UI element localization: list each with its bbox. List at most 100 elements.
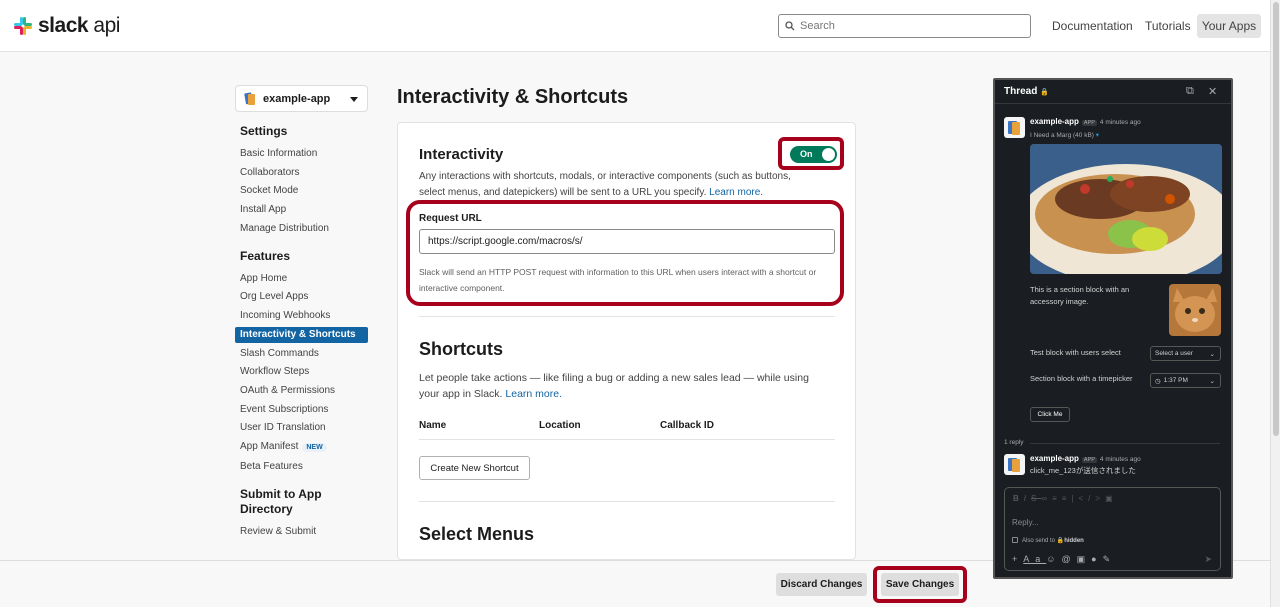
strikethrough-icon[interactable]: S bbox=[1031, 494, 1041, 503]
mention-icon[interactable]: @ bbox=[1061, 554, 1076, 564]
message-author[interactable]: example-app APP 4 minutes ago bbox=[1030, 454, 1141, 463]
shortcuts-heading: Shortcuts bbox=[419, 339, 504, 359]
request-url-help: Slack will send an HTTP POST request wit… bbox=[419, 267, 817, 293]
bold-icon[interactable]: B bbox=[1013, 494, 1024, 503]
popout-icon[interactable]: ⧉ bbox=[1186, 85, 1194, 98]
divider bbox=[419, 501, 835, 502]
save-changes-button[interactable]: Save Changes bbox=[881, 573, 959, 596]
request-url-label: Request URL bbox=[419, 213, 482, 224]
sidebar-item-app-manifest[interactable]: App Manifest NEW bbox=[235, 439, 368, 455]
cat-accessory-image[interactable] bbox=[1169, 284, 1221, 336]
reply-input[interactable]: Reply... bbox=[1012, 518, 1039, 527]
learn-more-link[interactable]: Learn more. bbox=[505, 388, 562, 400]
ordered-list-icon[interactable]: ≡ bbox=[1052, 494, 1062, 503]
search-input[interactable] bbox=[800, 20, 1020, 32]
sidebar-item-incoming-webhooks[interactable]: Incoming Webhooks bbox=[235, 308, 368, 324]
toggle-highlight: On bbox=[778, 137, 844, 170]
bulleted-list-icon[interactable]: ≡ bbox=[1062, 494, 1072, 503]
reply-composer[interactable]: BIS∞≡≡|</>▣ Reply... Also send to 🔒hidde… bbox=[1004, 487, 1221, 571]
settings-card: Interactivity On Any interactions with s… bbox=[397, 122, 856, 560]
sidebar-item-install-app[interactable]: Install App bbox=[235, 202, 368, 218]
plus-icon[interactable]: + bbox=[1012, 554, 1023, 564]
page-title: Interactivity & Shortcuts bbox=[397, 86, 629, 108]
thread-title: Thread 🔒 bbox=[1004, 86, 1049, 97]
file-name[interactable]: I Need a Marg (40 kB) ▾ bbox=[1030, 131, 1099, 139]
italic-icon[interactable]: I bbox=[1024, 494, 1031, 503]
request-url-input[interactable] bbox=[419, 229, 835, 254]
divider bbox=[1030, 443, 1220, 444]
nav-your-apps[interactable]: Your Apps bbox=[1197, 14, 1261, 38]
tacos-image[interactable] bbox=[1030, 144, 1222, 274]
avatar[interactable] bbox=[1004, 454, 1025, 475]
close-icon[interactable]: ✕ bbox=[1208, 85, 1217, 98]
checkbox-icon[interactable] bbox=[1012, 537, 1018, 544]
sidebar-item-basic-information[interactable]: Basic Information bbox=[235, 146, 368, 162]
users-select[interactable]: Select a user ⌄ bbox=[1150, 346, 1221, 361]
code-icon[interactable]: </> bbox=[1078, 494, 1105, 503]
shortcuts-description: Let people take actions — like filing a … bbox=[419, 372, 809, 400]
timepicker-label: Section block with a timepicker bbox=[1030, 374, 1133, 383]
sidebar-item-user-id-translation[interactable]: User ID Translation bbox=[235, 420, 368, 436]
interactivity-heading: Interactivity bbox=[419, 146, 504, 163]
send-icon[interactable]: ➤ bbox=[1204, 554, 1212, 565]
logo-text: slack api bbox=[38, 14, 120, 37]
message-text: click_me_123が送信されました bbox=[1030, 466, 1136, 475]
link-icon[interactable]: ∞ bbox=[1041, 494, 1052, 503]
sidebar-item-socket-mode[interactable]: Socket Mode bbox=[235, 183, 368, 199]
discard-changes-button[interactable]: Discard Changes bbox=[776, 573, 867, 596]
sidebar-item-collaborators[interactable]: Collaborators bbox=[235, 165, 368, 181]
message-author[interactable]: example-app APP 4 minutes ago bbox=[1030, 117, 1141, 126]
also-send-to[interactable]: Also send to 🔒hidden bbox=[1012, 537, 1084, 544]
message-time[interactable]: 4 minutes ago bbox=[1100, 119, 1141, 126]
learn-more-link[interactable]: Learn more. bbox=[709, 187, 763, 198]
sidebar-item-org-level-apps[interactable]: Org Level Apps bbox=[235, 289, 368, 305]
top-header: slack api Documentation Tutorials Your A… bbox=[0, 0, 1270, 52]
sidebar-item-interactivity-shortcuts[interactable]: Interactivity & Shortcuts bbox=[235, 327, 368, 343]
chevron-down-icon bbox=[350, 97, 358, 102]
timepicker[interactable]: ◷ 1:37 PM ⌄ bbox=[1150, 373, 1221, 388]
tacos-image-art bbox=[1030, 144, 1222, 274]
sidebar-item-workflow-steps[interactable]: Workflow Steps bbox=[235, 364, 368, 380]
format-icon[interactable]: Aa bbox=[1023, 554, 1046, 564]
sidebar-item-app-home[interactable]: App Home bbox=[235, 271, 368, 287]
nav-documentation[interactable]: Documentation bbox=[1052, 14, 1133, 38]
create-new-shortcut-button[interactable]: Create New Shortcut bbox=[419, 456, 530, 480]
scrollbar-thumb[interactable] bbox=[1273, 2, 1279, 436]
code-block-icon[interactable]: ▣ bbox=[1105, 494, 1118, 503]
sidebar-item-beta-features[interactable]: Beta Features bbox=[235, 459, 368, 475]
slack-thread-panel: Thread 🔒 ⧉ ✕ example-app APP 4 minutes ago… bbox=[993, 78, 1233, 579]
video-icon[interactable]: ▣ bbox=[1077, 554, 1092, 564]
interactivity-toggle[interactable]: On bbox=[790, 146, 837, 163]
sidebar-heading-features: Features bbox=[240, 249, 291, 263]
sidebar-item-oauth-permissions[interactable]: OAuth & Permissions bbox=[235, 383, 368, 399]
cat-image-art bbox=[1169, 284, 1221, 336]
emoji-icon[interactable]: ☺ bbox=[1046, 554, 1061, 564]
message-time[interactable]: 4 minutes ago bbox=[1100, 456, 1141, 463]
sidebar-item-review-submit[interactable]: Review & Submit bbox=[235, 524, 368, 540]
app-book-icon bbox=[1008, 121, 1020, 135]
page-scrollbar[interactable] bbox=[1270, 0, 1280, 607]
column-header-location: Location bbox=[539, 420, 581, 431]
shortcut-icon[interactable]: ✎ bbox=[1103, 554, 1117, 564]
search-icon bbox=[785, 21, 795, 31]
sidebar-item-slash-commands[interactable]: Slash Commands bbox=[235, 346, 368, 362]
reply-count: 1 reply bbox=[1004, 439, 1024, 446]
app-book-icon bbox=[1008, 458, 1020, 472]
sidebar-heading-settings: Settings bbox=[240, 124, 288, 138]
composer-actions: +Aa☺@▣●✎ bbox=[1012, 554, 1116, 565]
slack-api-logo[interactable]: slack api bbox=[12, 14, 120, 38]
search-box[interactable] bbox=[778, 14, 1031, 38]
toggle-label: On bbox=[800, 149, 813, 159]
app-tag: APP bbox=[1081, 457, 1097, 463]
toggle-knob bbox=[822, 148, 835, 161]
sidebar-item-event-subscriptions[interactable]: Event Subscriptions bbox=[235, 402, 368, 418]
table-divider bbox=[419, 439, 835, 440]
sidebar-item-manage-distribution[interactable]: Manage Distribution bbox=[235, 221, 368, 237]
microphone-icon[interactable]: ● bbox=[1091, 554, 1102, 564]
avatar[interactable] bbox=[1004, 117, 1025, 138]
app-book-icon bbox=[244, 92, 255, 105]
app-selector[interactable]: example-app bbox=[235, 85, 368, 112]
nav-tutorials[interactable]: Tutorials bbox=[1145, 14, 1191, 38]
divider bbox=[419, 316, 835, 317]
click-me-button[interactable]: Click Me bbox=[1030, 407, 1070, 422]
